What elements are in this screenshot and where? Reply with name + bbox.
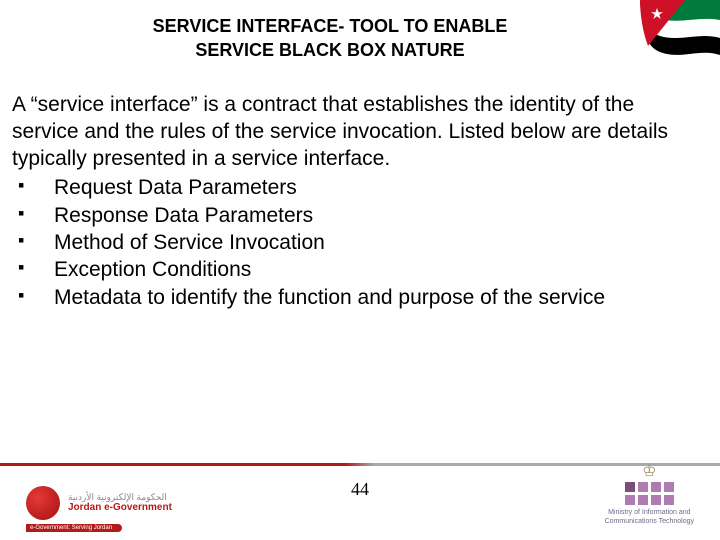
list-item: Exception Conditions (12, 256, 702, 283)
title-line-1: SERVICE INTERFACE- TOOL TO ENABLE (153, 16, 508, 36)
intro-paragraph: A “service interface” is a contract that… (12, 91, 702, 173)
list-item: Request Data Parameters (12, 174, 702, 201)
flag-decoration (630, 0, 720, 70)
ministry-emblem-icon: ♔ (605, 464, 694, 480)
list-item: Method of Service Invocation (12, 229, 702, 256)
ministry-line-2: Communications Technology (605, 518, 694, 526)
footer-logo-right: ♔ Ministry of Information and Communicat… (605, 464, 694, 526)
bullet-list: Request Data Parameters Response Data Pa… (12, 174, 702, 310)
slide-title: SERVICE INTERFACE- TOOL TO ENABLE SERVIC… (0, 0, 720, 71)
ministry-line-1: Ministry of Information and (605, 509, 694, 517)
slide-body: A “service interface” is a contract that… (0, 71, 720, 311)
list-item: Metadata to identify the function and pu… (12, 284, 702, 311)
title-line-2: SERVICE BLACK BOX NATURE (195, 40, 464, 60)
egov-tagline: e-Government: Serving Jordan (26, 524, 122, 532)
list-item: Response Data Parameters (12, 202, 702, 229)
ministry-text: Ministry of Information and Communicatio… (605, 509, 694, 526)
egov-english: Jordan e-Government (68, 502, 172, 514)
egov-logo-text: الحكومة الإلكترونية الأردنية Jordan e-Go… (68, 492, 172, 515)
egov-logo-icon (26, 486, 60, 520)
egov-arabic: الحكومة الإلكترونية الأردنية (68, 492, 172, 503)
footer-logo-left: الحكومة الإلكترونية الأردنية Jordan e-Go… (26, 486, 172, 520)
ministry-squares-icon (605, 482, 694, 505)
